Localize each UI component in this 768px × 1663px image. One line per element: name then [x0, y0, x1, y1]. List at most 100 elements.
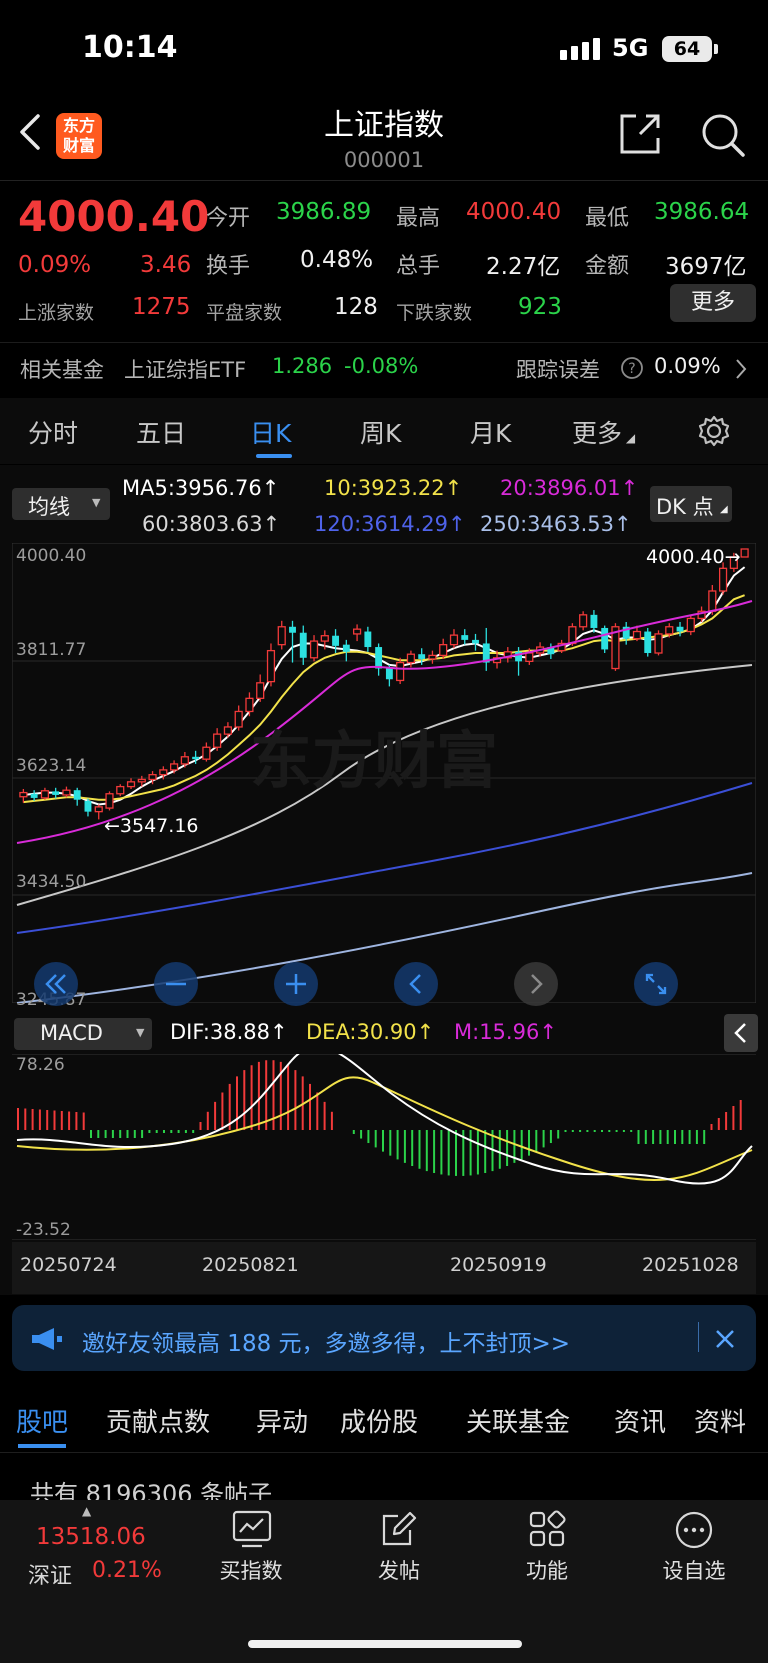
zoom-out-icon[interactable] [154, 962, 198, 1006]
tab-monthly-k[interactable]: 月K [470, 414, 511, 450]
tab-contribution[interactable]: 贡献点数 [106, 1402, 210, 1439]
high-annotation: 4000.40→ [646, 546, 741, 568]
tab-constituents[interactable]: 成份股 [340, 1402, 418, 1439]
up-count-label: 上涨家数 [18, 302, 95, 324]
candle-body [472, 639, 479, 644]
candle-body [234, 710, 243, 728]
fast-backward-icon[interactable] [34, 962, 78, 1006]
nav-add-watchlist[interactable]: 设自选 [639, 1555, 749, 1585]
open-value: 3986.89 [276, 199, 372, 225]
active-tab-indicator [256, 454, 292, 458]
down-count: 923 [518, 294, 562, 320]
tab-more[interactable]: 更多 ◢ [572, 414, 635, 450]
open-label: 今开 [206, 206, 251, 231]
tab-intraday[interactable]: 分时 [28, 414, 78, 450]
macd-dif-line [16, 1054, 753, 1185]
candle-body [277, 626, 286, 646]
invite-text[interactable]: 邀好友领最高 188 元，多邀多得，上不封顶>> [82, 1324, 570, 1358]
candle-body [148, 774, 157, 781]
candle-body [202, 746, 211, 760]
date-label: 20251028 [642, 1254, 739, 1276]
tab-movement[interactable]: 异动 [256, 1402, 308, 1439]
low-label: 最低 [585, 206, 630, 231]
candle-body [94, 806, 103, 813]
fund-price: 1.286 [272, 354, 333, 378]
tab-daily-k[interactable]: 日K [250, 414, 291, 450]
macd-m-value: M:15.96↑ [454, 1020, 557, 1044]
tracking-error-label: 跟踪误差 [516, 358, 600, 382]
price-axis-label: 3434.50 [16, 872, 87, 892]
close-icon[interactable] [714, 1328, 736, 1350]
tab-stock-forum[interactable]: 股吧 [16, 1402, 68, 1439]
buy-index-icon[interactable] [232, 1510, 272, 1548]
ma-selector[interactable]: 均线 ▼ [12, 488, 110, 520]
candle-body [105, 793, 114, 809]
macd-selector[interactable]: MACD ▼ [14, 1018, 152, 1050]
turnover-value: 0.48% [300, 247, 374, 273]
step-left-icon[interactable] [394, 962, 438, 1006]
price-axis-label: 3811.77 [16, 640, 87, 660]
tab-weekly-k[interactable]: 周K [360, 414, 401, 450]
candle-body [116, 785, 125, 795]
tab-five-day[interactable]: 五日 [136, 414, 186, 450]
candle-body [590, 614, 598, 628]
candle-body [665, 626, 674, 635]
high-label: 最高 [396, 206, 441, 231]
date-label: 20250919 [450, 1254, 547, 1276]
banner-divider [698, 1322, 699, 1352]
szse-index-label[interactable]: 深证 [28, 1558, 72, 1590]
dk-point-button[interactable]: DK 点 ◢ [650, 486, 732, 522]
share-icon[interactable] [618, 112, 662, 156]
grid-icon[interactable] [528, 1510, 566, 1548]
szse-index-value[interactable]: 13518.06 [36, 1524, 146, 1550]
compose-icon[interactable] [380, 1510, 418, 1548]
candle-body [525, 652, 534, 663]
tab-profile[interactable]: 资料 [694, 1402, 746, 1439]
candle-body [320, 635, 329, 642]
candle-body [126, 781, 136, 788]
candle-body [62, 789, 71, 796]
candle-body [84, 800, 92, 812]
candle-body [406, 653, 416, 664]
low-annotation: ←3547.16 [104, 815, 199, 837]
ma120-line [16, 782, 753, 934]
collapse-panel-icon[interactable] [724, 1014, 758, 1052]
tracking-error-value: 0.09% [654, 354, 721, 378]
candle-body [568, 626, 577, 645]
fund-label: 相关基金 [20, 358, 104, 382]
flat-count: 128 [334, 294, 378, 320]
tab-related-funds[interactable]: 关联基金 [466, 1402, 570, 1439]
candle-body [19, 791, 28, 798]
zoom-in-icon[interactable] [274, 962, 318, 1006]
ma5-value: MA5:3956.76↑ [122, 476, 280, 500]
help-icon[interactable]: ? [620, 356, 644, 380]
search-icon[interactable] [700, 112, 746, 158]
macd-chart[interactable] [12, 1054, 756, 1240]
candle-body [73, 790, 81, 800]
candle-body [169, 763, 179, 771]
down-count-label: 下跌家数 [396, 302, 473, 324]
fullscreen-icon[interactable] [634, 962, 678, 1006]
low-value: 3986.64 [654, 199, 750, 225]
candle-body [266, 649, 276, 683]
nav-post[interactable]: 发帖 [344, 1555, 454, 1585]
ma250-value: 250:3463.53↑ [480, 512, 632, 536]
candle-body [385, 668, 393, 680]
chevron-right-icon[interactable] [734, 358, 748, 380]
candle-body [40, 790, 50, 799]
candle-body [396, 661, 405, 682]
caret-up-icon: ▲ [82, 1504, 92, 1518]
tab-news[interactable]: 资讯 [614, 1402, 666, 1439]
nav-buy-index[interactable]: 买指数 [196, 1555, 306, 1585]
gear-icon[interactable] [697, 414, 731, 448]
volume-value: 2.27亿 [486, 254, 561, 280]
candle-body [654, 633, 663, 654]
high-value: 4000.40 [466, 199, 562, 225]
up-count: 1275 [132, 294, 191, 320]
more-dots-icon[interactable] [674, 1510, 714, 1550]
candle-body [428, 654, 437, 660]
step-right-icon[interactable] [514, 962, 558, 1006]
nav-functions[interactable]: 功能 [492, 1555, 602, 1585]
more-button[interactable]: 更多 [670, 284, 756, 322]
fund-name[interactable]: 上证综指ETF [124, 354, 246, 384]
